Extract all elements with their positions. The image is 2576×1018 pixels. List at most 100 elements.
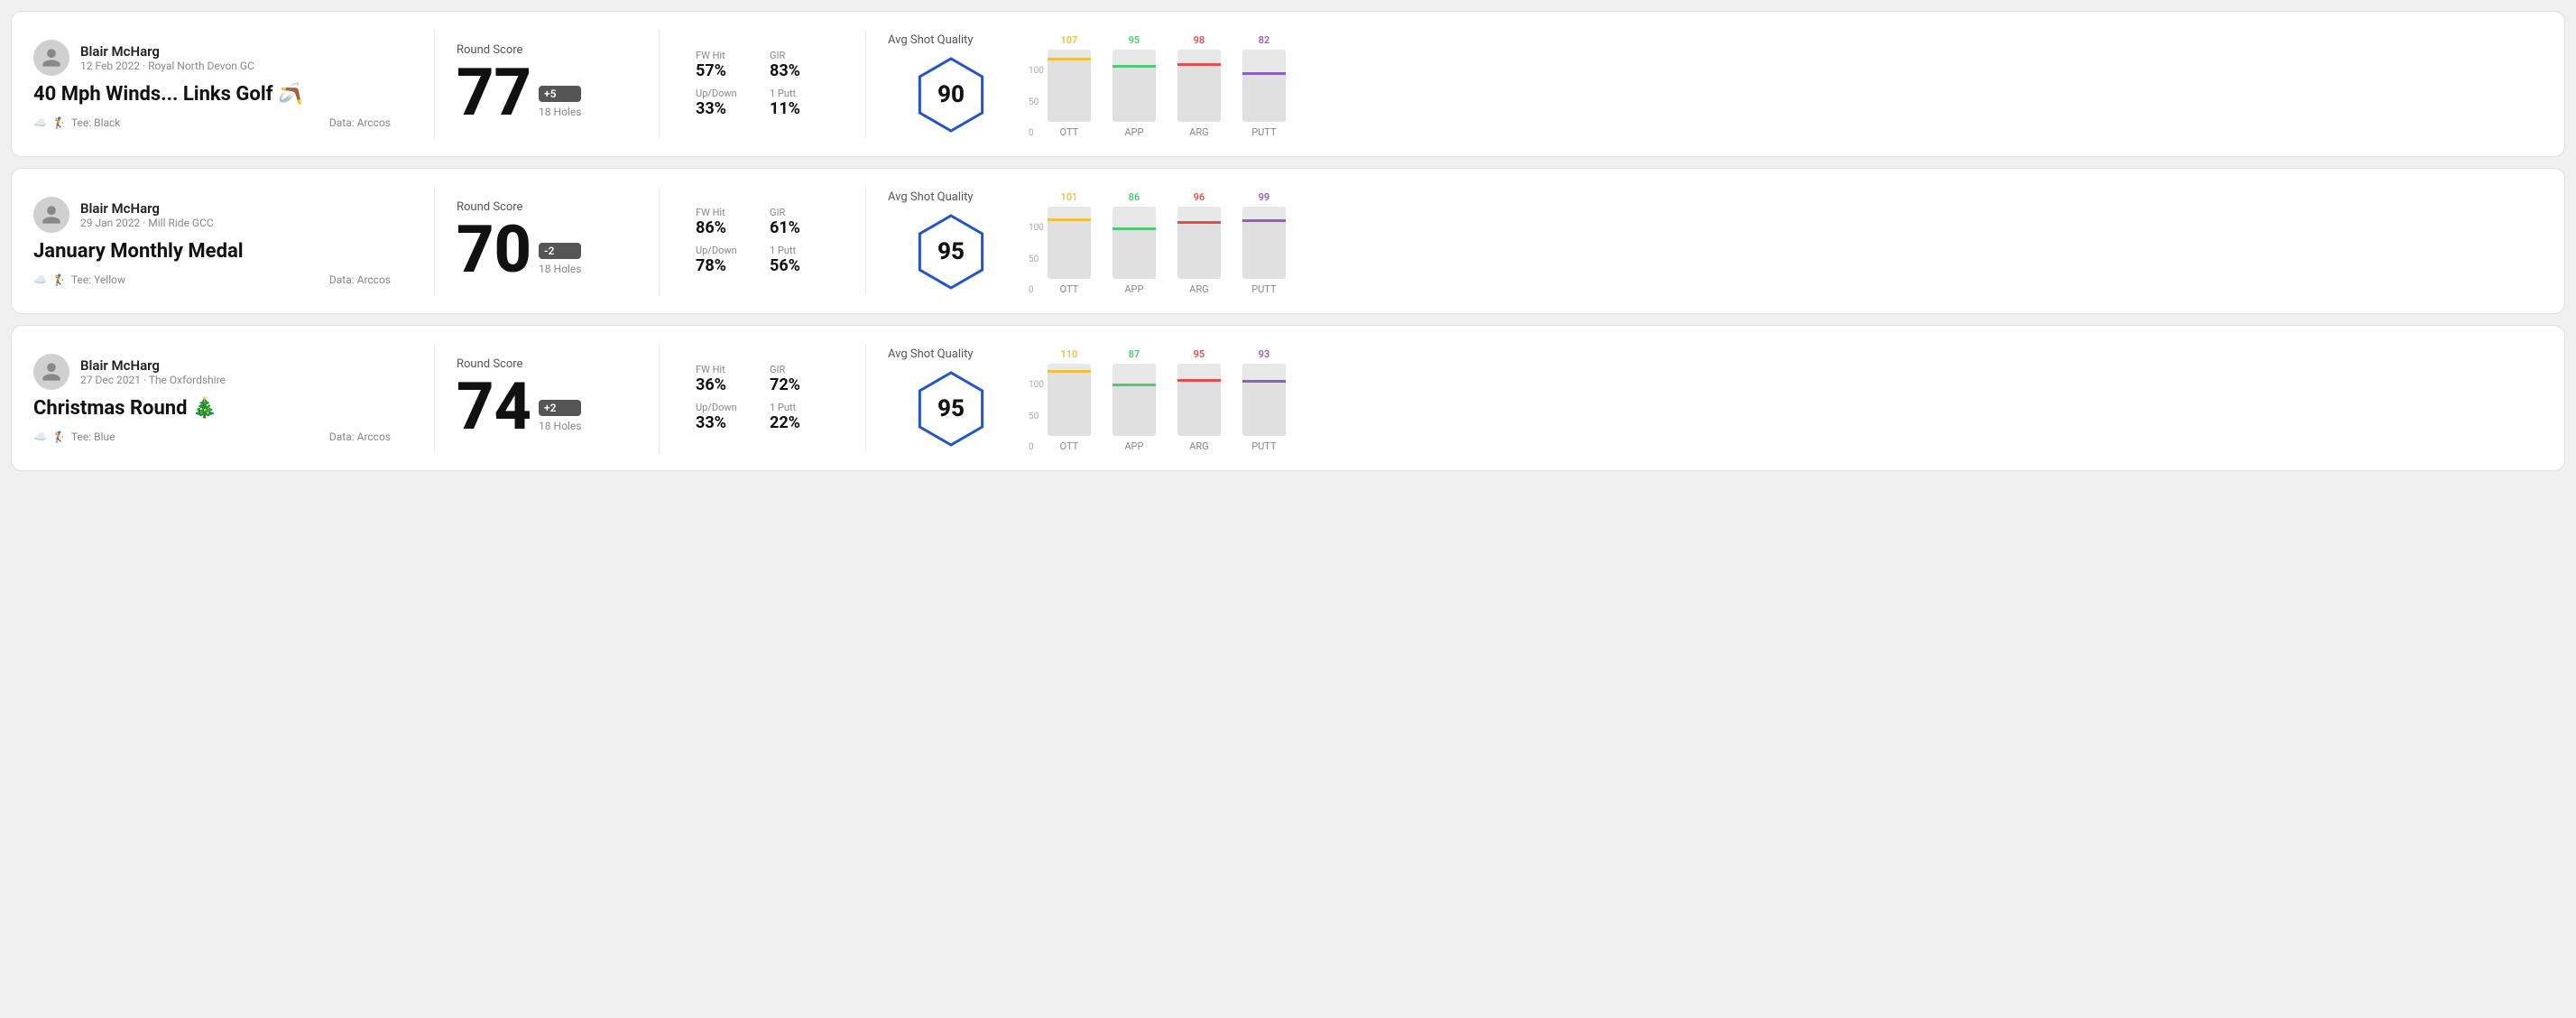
bar-line bbox=[1113, 227, 1156, 230]
round-meta: 27 Dec 2021 · The Oxfordshire bbox=[80, 374, 226, 386]
quality-section: Avg Shot Quality 90 bbox=[888, 33, 1014, 135]
hexagon-container: 95 bbox=[910, 368, 992, 449]
bar-fill bbox=[1048, 370, 1091, 436]
stat-value: 33% bbox=[696, 413, 755, 432]
left-section: Blair McHarg12 Feb 2022 · Royal North De… bbox=[33, 40, 412, 129]
stats-grid: FW Hit36%GIR72%Up/Down33%1 Putt22% bbox=[696, 364, 829, 432]
card-footer: ☁️🏌️Tee: Yellow Data: Arccos bbox=[33, 273, 391, 286]
round-card: Blair McHarg12 Feb 2022 · Royal North De… bbox=[11, 11, 2565, 157]
stat-label: Up/Down bbox=[696, 245, 755, 256]
card-footer: ☁️🏌️Tee: BlueData: Arccos bbox=[33, 430, 391, 443]
weather-icon: ☁️ bbox=[33, 430, 47, 443]
bar-wrapper bbox=[1177, 207, 1221, 279]
hexagon-container: 95 bbox=[910, 211, 992, 292]
bar-fill bbox=[1113, 65, 1156, 122]
score-diff-badge: +5 bbox=[539, 86, 581, 102]
bar-line bbox=[1177, 221, 1221, 224]
bar-line bbox=[1242, 72, 1286, 75]
stats-section: FW Hit86%GIR61%Up/Down78%1 Putt56% bbox=[681, 207, 844, 275]
user-row: Blair McHarg29 Jan 2022 · Mill Ride GCC bbox=[33, 197, 391, 233]
y-axis: 100500 bbox=[1029, 66, 1044, 138]
holes-text: 18 Holes bbox=[539, 420, 581, 432]
bar-value-label: 96 bbox=[1194, 191, 1205, 203]
stat-label: Up/Down bbox=[696, 402, 755, 413]
bar-axis-label: APP bbox=[1124, 283, 1143, 295]
stat-value: 33% bbox=[696, 99, 755, 118]
tee-label: Tee: Blue bbox=[71, 430, 115, 443]
left-section: Blair McHarg29 Jan 2022 · Mill Ride GCCJ… bbox=[33, 197, 412, 286]
avatar bbox=[33, 40, 69, 76]
bar-axis-label: PUTT bbox=[1251, 283, 1276, 295]
stat-fw-hit: FW Hit36% bbox=[696, 364, 755, 394]
round-meta: 12 Feb 2022 · Royal North Devon GC bbox=[80, 60, 254, 72]
divider-1 bbox=[434, 344, 435, 452]
stats-section: FW Hit57%GIR83%Up/Down33%1 Putt11% bbox=[681, 50, 844, 118]
score-section: Round Score74+218 Holes bbox=[457, 357, 637, 440]
tee-label: Tee: Yellow bbox=[71, 273, 125, 286]
bar-group-ott: 110OTT bbox=[1048, 348, 1091, 452]
score-row: 77+518 Holes bbox=[457, 60, 637, 125]
bar-line bbox=[1048, 58, 1091, 60]
holes-text: 18 Holes bbox=[539, 106, 581, 118]
data-source: Data: Arccos bbox=[329, 273, 391, 286]
score-diff-badge: +2 bbox=[539, 400, 581, 416]
tee-label: Tee: Black bbox=[71, 116, 120, 129]
person-icon bbox=[41, 361, 62, 383]
y-axis: 100500 bbox=[1029, 223, 1044, 295]
stat-value: 72% bbox=[770, 375, 829, 394]
bar-group-putt: 93PUTT bbox=[1242, 348, 1286, 452]
user-row: Blair McHarg27 Dec 2021 · The Oxfordshir… bbox=[33, 354, 391, 390]
bar-group-ott: 101OTT bbox=[1048, 191, 1091, 295]
stats-grid: FW Hit57%GIR83%Up/Down33%1 Putt11% bbox=[696, 50, 829, 118]
quality-score: 95 bbox=[937, 395, 965, 422]
stat-value: 11% bbox=[770, 99, 829, 118]
bar-axis-label: APP bbox=[1124, 126, 1143, 138]
bar-line bbox=[1048, 218, 1091, 221]
y-axis: 100500 bbox=[1029, 380, 1044, 452]
score-section: Round Score77+518 Holes bbox=[457, 43, 637, 125]
bar-chart: 110OTT 87 APP 95ARG 93PUTT bbox=[1048, 344, 1286, 452]
bar-axis-label: APP bbox=[1124, 440, 1143, 452]
stat-label: FW Hit bbox=[696, 364, 755, 375]
tee-info: ☁️🏌️Tee: Black bbox=[33, 116, 120, 129]
tee-info: ☁️🏌️Tee: Yellow bbox=[33, 273, 125, 286]
bar-wrapper bbox=[1242, 364, 1286, 436]
stat-gir: GIR72% bbox=[770, 364, 829, 394]
stats-section: FW Hit36%GIR72%Up/Down33%1 Putt22% bbox=[681, 364, 844, 432]
bar-fill bbox=[1177, 63, 1221, 122]
bar-wrapper bbox=[1242, 207, 1286, 279]
bar-wrapper bbox=[1048, 364, 1091, 436]
stat-value: 78% bbox=[696, 256, 755, 275]
bar-value-label: 101 bbox=[1060, 191, 1077, 203]
hexagon-container: 90 bbox=[910, 54, 992, 135]
divider-1 bbox=[434, 30, 435, 138]
quality-section: Avg Shot Quality95 bbox=[888, 190, 1014, 292]
stat-oneputt: 1 Putt56% bbox=[770, 245, 829, 275]
bar-group-arg: 95ARG bbox=[1177, 348, 1221, 452]
score-number: 74 bbox=[457, 375, 531, 440]
bar-line bbox=[1177, 63, 1221, 66]
bar-group-arg: 96 ARG bbox=[1177, 191, 1221, 295]
holes-text: 18 Holes bbox=[539, 263, 581, 275]
score-badge-col: +5 18 Holes bbox=[539, 86, 581, 125]
bar-line bbox=[1242, 380, 1286, 383]
round-card: Blair McHarg27 Dec 2021 · The Oxfordshir… bbox=[11, 325, 2565, 471]
bar-group-ott: 107OTT bbox=[1048, 34, 1091, 138]
bar-value-label: 87 bbox=[1129, 348, 1140, 360]
bar-line bbox=[1177, 379, 1221, 382]
stat-updown: Up/Down33% bbox=[696, 402, 755, 432]
bar-value-label: 99 bbox=[1259, 191, 1270, 203]
divider-2 bbox=[659, 187, 660, 295]
bar-line bbox=[1048, 370, 1091, 373]
score-badge-col: +2 18 Holes bbox=[539, 400, 581, 440]
bar-group-app: 86APP bbox=[1113, 191, 1156, 295]
stat-updown: Up/Down78% bbox=[696, 245, 755, 275]
quality-label: Avg Shot Quality bbox=[888, 33, 974, 47]
bar-chart: 101OTT 86APP 96 ARG 99 PUTT bbox=[1048, 187, 1286, 295]
bar-axis-label: ARG bbox=[1189, 283, 1208, 295]
score-badge-col: -218 Holes bbox=[539, 243, 581, 282]
bar-axis-label: PUTT bbox=[1251, 126, 1276, 138]
stat-label: GIR bbox=[770, 207, 829, 218]
user-name: Blair McHarg bbox=[80, 43, 254, 60]
score-row: 74 +2 18 Holes bbox=[457, 375, 637, 440]
